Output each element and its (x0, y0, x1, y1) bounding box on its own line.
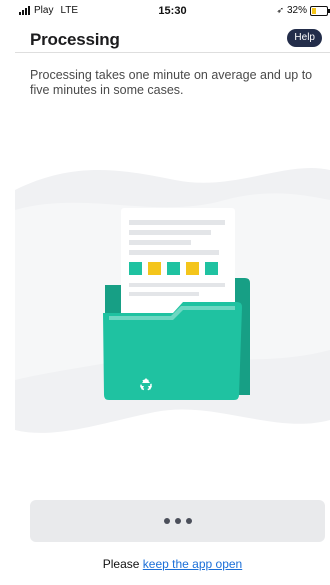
loading-dots-icon (163, 518, 192, 524)
processing-description: Processing takes one minute on average a… (30, 68, 313, 97)
footer-prefix: Please (102, 557, 143, 571)
footer-note: Please keep the app open (15, 557, 330, 571)
help-button[interactable]: Help (287, 29, 322, 47)
nav-bar: Processing Help (15, 24, 330, 53)
screen: Play LTE 15:30 ➶ 32% Processing Help Pro… (15, 0, 330, 585)
folder-icon (103, 208, 250, 400)
battery-percent: 32% (286, 5, 307, 16)
status-bar: Play LTE 15:30 ➶ 32% (15, 0, 330, 24)
square-yellow-2 (186, 262, 199, 275)
square-teal-1 (129, 262, 142, 275)
processing-illustration (15, 168, 330, 433)
square-yellow-1 (148, 262, 161, 275)
status-right: ➶ 32% (276, 5, 330, 16)
battery-icon (310, 5, 330, 16)
page-title: Processing (30, 30, 120, 49)
square-teal-2 (167, 262, 180, 275)
square-teal-3 (205, 262, 218, 275)
keep-app-open-link[interactable]: keep the app open (143, 557, 242, 571)
loading-button[interactable] (30, 500, 325, 542)
location-arrow-icon: ➶ (276, 5, 284, 15)
